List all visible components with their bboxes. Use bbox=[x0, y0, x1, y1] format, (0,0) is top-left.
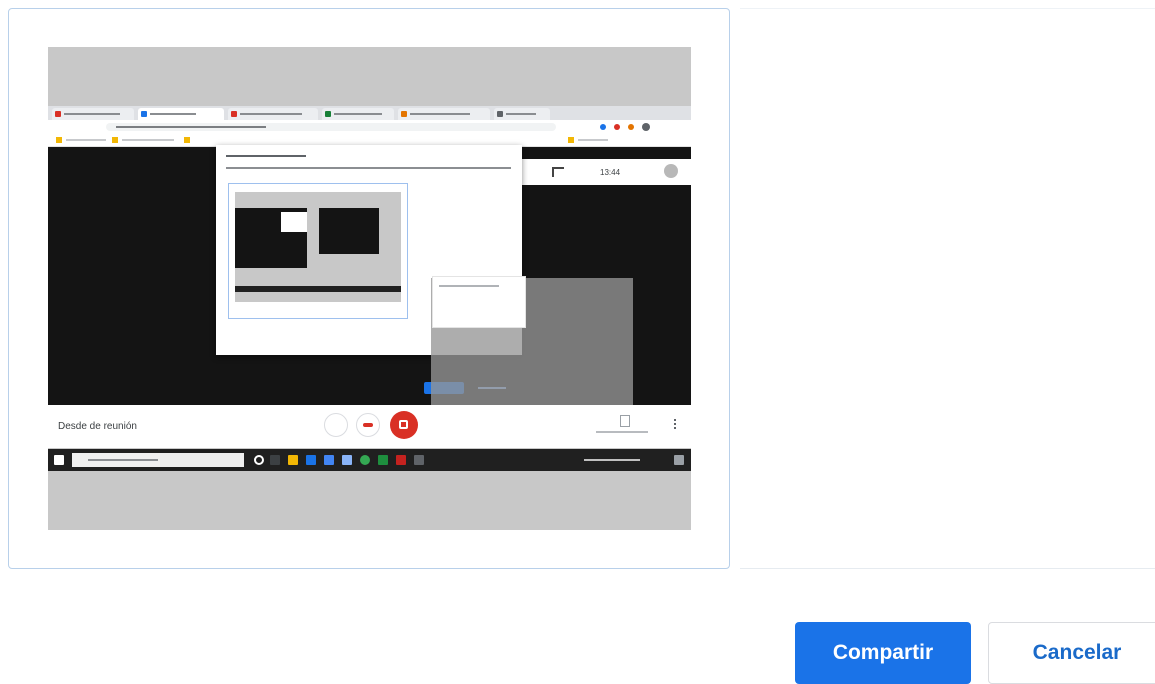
mini-taskbar bbox=[48, 449, 691, 471]
mini-tab-strip bbox=[48, 106, 691, 120]
mini-hangup-icon bbox=[356, 413, 380, 437]
mini-meeting-controls: Desde de reunión bbox=[48, 405, 691, 448]
mini-note-card bbox=[432, 276, 526, 328]
share-button[interactable]: Compartir bbox=[795, 622, 971, 684]
window-option-card[interactable] bbox=[740, 8, 1155, 569]
mini-meeting-status: Desde de reunión bbox=[58, 421, 137, 432]
cancel-button[interactable]: Cancelar bbox=[988, 622, 1155, 684]
mini-meeting-time: 13:44 bbox=[600, 168, 621, 177]
screen-preview-thumbnail: 13:44 Desde de reunión bbox=[48, 47, 691, 530]
mini-address-bar bbox=[48, 120, 691, 134]
mini-camera-icon bbox=[390, 411, 418, 439]
mini-mic-icon bbox=[324, 413, 348, 437]
mini-meeting-topbar: 13:44 bbox=[518, 159, 691, 185]
